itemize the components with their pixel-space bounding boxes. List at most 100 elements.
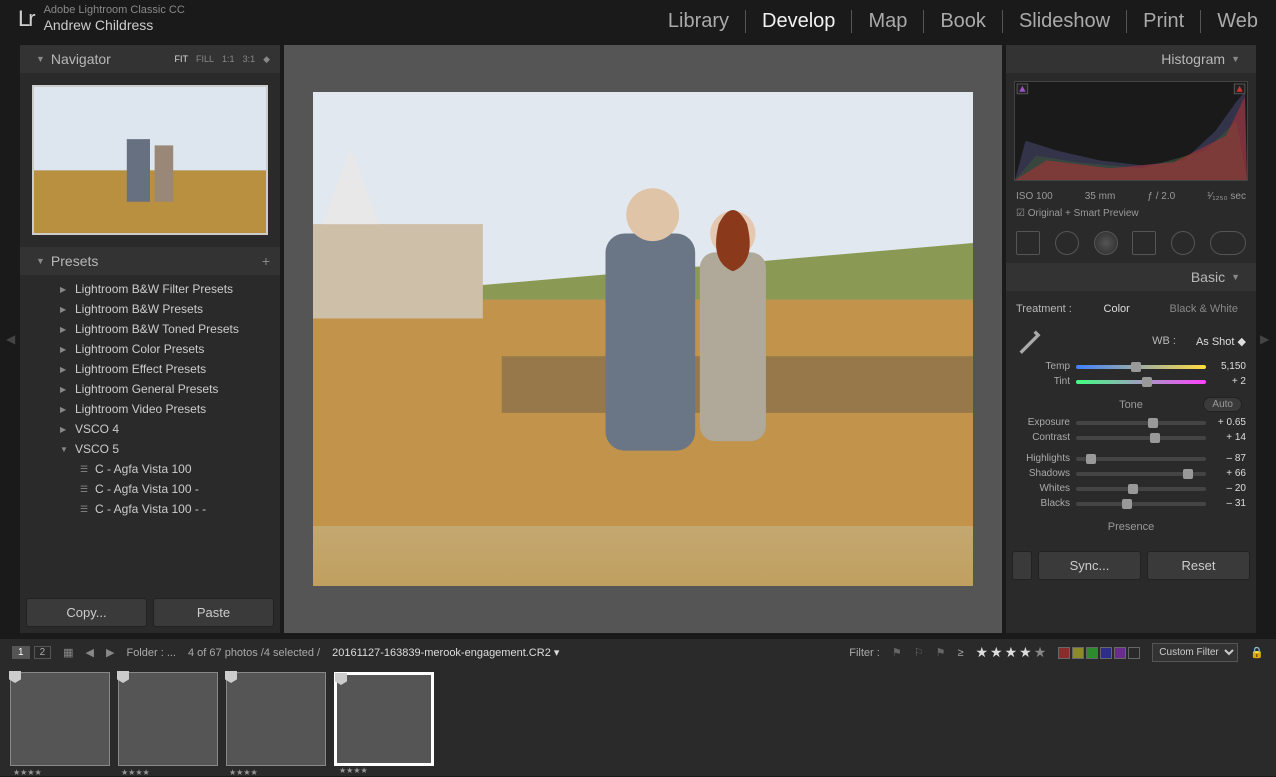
preset-folder[interactable]: Lightroom B&W Toned Presets [20, 319, 280, 339]
flag-icon[interactable] [117, 671, 129, 683]
preset-folder[interactable]: Lightroom General Presets [20, 379, 280, 399]
paste-button[interactable]: Paste [153, 598, 274, 627]
preset-folder[interactable]: Lightroom B&W Filter Presets [20, 279, 280, 299]
treatment-bw[interactable]: Black & White [1162, 303, 1246, 315]
sync-button[interactable]: Sync... [1038, 551, 1141, 580]
rating-filter[interactable]: ★★★★★ [975, 644, 1046, 661]
add-preset-icon[interactable]: + [262, 253, 270, 269]
exposure-slider[interactable] [1076, 421, 1206, 425]
loupe-view[interactable] [284, 45, 1002, 633]
histogram-graph[interactable] [1014, 81, 1248, 181]
module-map[interactable]: Map [852, 10, 924, 33]
app-identity: Lr Adobe Lightroom Classic CC Andrew Chi… [18, 4, 185, 33]
blacks-value[interactable]: – 31 [1206, 498, 1246, 509]
preset-item[interactable]: C - Agfa Vista 100 - [20, 479, 280, 499]
preset-folder[interactable]: Lightroom B&W Presets [20, 299, 280, 319]
preset-folder-open[interactable]: VSCO 5 [20, 439, 280, 459]
whites-value[interactable]: – 20 [1206, 483, 1246, 494]
module-library[interactable]: Library [652, 10, 746, 33]
copy-button[interactable]: Copy... [26, 598, 147, 627]
tint-slider[interactable] [1076, 380, 1206, 384]
color-none[interactable] [1128, 647, 1140, 659]
contrast-value[interactable]: + 14 [1206, 432, 1246, 443]
shadows-slider[interactable] [1076, 472, 1206, 476]
zoom-fill[interactable]: FILL [196, 54, 214, 65]
tint-value[interactable]: + 2 [1206, 376, 1246, 387]
module-web[interactable]: Web [1201, 10, 1258, 33]
eyedropper-icon[interactable] [1016, 327, 1044, 355]
highlights-slider[interactable] [1076, 457, 1206, 461]
grad-filter-icon[interactable] [1132, 231, 1156, 255]
whites-slider[interactable] [1076, 487, 1206, 491]
folder-label[interactable]: Folder : ... [126, 647, 176, 659]
preset-folder[interactable]: Lightroom Color Presets [20, 339, 280, 359]
prev-photo-icon[interactable]: ◀ [86, 646, 94, 659]
left-collapse-handle[interactable]: ◀ [6, 45, 16, 633]
redeye-tool-icon[interactable] [1094, 231, 1118, 255]
presets-header[interactable]: ▼ Presets + [20, 247, 280, 275]
filmstrip-thumb[interactable]: ★★★★ [10, 672, 110, 766]
exposure-value[interactable]: + 0.65 [1206, 417, 1246, 428]
zoom-1to1[interactable]: 1:1 [222, 54, 235, 65]
contrast-slider[interactable] [1076, 436, 1206, 440]
crop-tool-icon[interactable] [1016, 231, 1040, 255]
preset-folder[interactable]: Lightroom Effect Presets [20, 359, 280, 379]
temp-value[interactable]: 5,150 [1206, 361, 1246, 372]
brush-tool-icon[interactable] [1210, 231, 1246, 255]
blacks-slider[interactable] [1076, 502, 1206, 506]
flag-icon[interactable] [335, 673, 347, 685]
sync-switch-icon[interactable] [1012, 551, 1032, 580]
preset-folder[interactable]: Lightroom Video Presets [20, 399, 280, 419]
flag-filter-rejected-icon[interactable]: ⚑ [936, 646, 946, 659]
radial-filter-icon[interactable] [1171, 231, 1195, 255]
histogram-header[interactable]: Histogram ▼ [1006, 45, 1256, 73]
meta-focal: 35 mm [1085, 191, 1116, 202]
temp-slider[interactable] [1076, 365, 1206, 369]
color-red[interactable] [1058, 647, 1070, 659]
flag-icon[interactable] [225, 671, 237, 683]
wb-dropdown[interactable]: As Shot ◆ [1196, 335, 1246, 348]
meta-shutter: ¹⁄₁₂₅₀ sec [1207, 191, 1246, 202]
filmstrip-thumb-selected[interactable]: ★★★★ [334, 672, 434, 766]
shadows-value[interactable]: + 66 [1206, 468, 1246, 479]
next-photo-icon[interactable]: ▶ [106, 646, 114, 659]
navigator-header[interactable]: ▼ Navigator FIT FILL 1:1 3:1 ◆ [20, 45, 280, 73]
rating-gte-icon[interactable]: ≥ [957, 647, 963, 659]
current-filename[interactable]: 20161127-163839-merook-engagement.CR2 ▾ [332, 646, 559, 659]
custom-filter-dropdown[interactable]: Custom Filter [1152, 643, 1238, 662]
flag-icon[interactable] [9, 671, 21, 683]
color-purple[interactable] [1114, 647, 1126, 659]
monitor-1-button[interactable]: 1 [12, 646, 30, 659]
filmstrip[interactable]: ★★★★ ★★★★ ★★★★ ★★★★ [0, 666, 1276, 776]
preset-item[interactable]: C - Agfa Vista 100 [20, 459, 280, 479]
right-collapse-handle[interactable]: ▶ [1260, 45, 1270, 633]
color-green[interactable] [1086, 647, 1098, 659]
flag-filter-unflagged-icon[interactable]: ⚐ [914, 646, 924, 659]
grid-icon[interactable]: ▦ [63, 646, 73, 659]
zoom-fit[interactable]: FIT [175, 54, 189, 65]
color-blue[interactable] [1100, 647, 1112, 659]
zoom-3to1[interactable]: 3:1 [243, 54, 256, 65]
color-yellow[interactable] [1072, 647, 1084, 659]
navigator-thumbnail[interactable] [32, 85, 268, 235]
module-book[interactable]: Book [924, 10, 1003, 33]
spot-removal-icon[interactable] [1055, 231, 1079, 255]
flag-filter-picked-icon[interactable]: ⚑ [892, 646, 902, 659]
reset-button[interactable]: Reset [1147, 551, 1250, 580]
basic-header[interactable]: Basic ▼ [1006, 263, 1256, 291]
preset-folder[interactable]: VSCO 4 [20, 419, 280, 439]
zoom-stepper-icon[interactable]: ◆ [263, 54, 270, 65]
filter-lock-icon[interactable]: 🔒 [1250, 646, 1264, 659]
module-slideshow[interactable]: Slideshow [1003, 10, 1127, 33]
module-print[interactable]: Print [1127, 10, 1201, 33]
treatment-color[interactable]: Color [1096, 303, 1138, 315]
preview-checkbox-icon[interactable]: ☑ [1016, 208, 1028, 219]
module-develop[interactable]: Develop [746, 10, 852, 33]
filmstrip-thumb[interactable]: ★★★★ [226, 672, 326, 766]
filmstrip-thumb[interactable]: ★★★★ [118, 672, 218, 766]
highlights-value[interactable]: – 87 [1206, 453, 1246, 464]
monitor-2-button[interactable]: 2 [34, 646, 52, 659]
preview-label: Original + Smart Preview [1028, 208, 1139, 219]
auto-tone-button[interactable]: Auto [1203, 397, 1242, 412]
preset-item[interactable]: C - Agfa Vista 100 - - [20, 499, 280, 519]
